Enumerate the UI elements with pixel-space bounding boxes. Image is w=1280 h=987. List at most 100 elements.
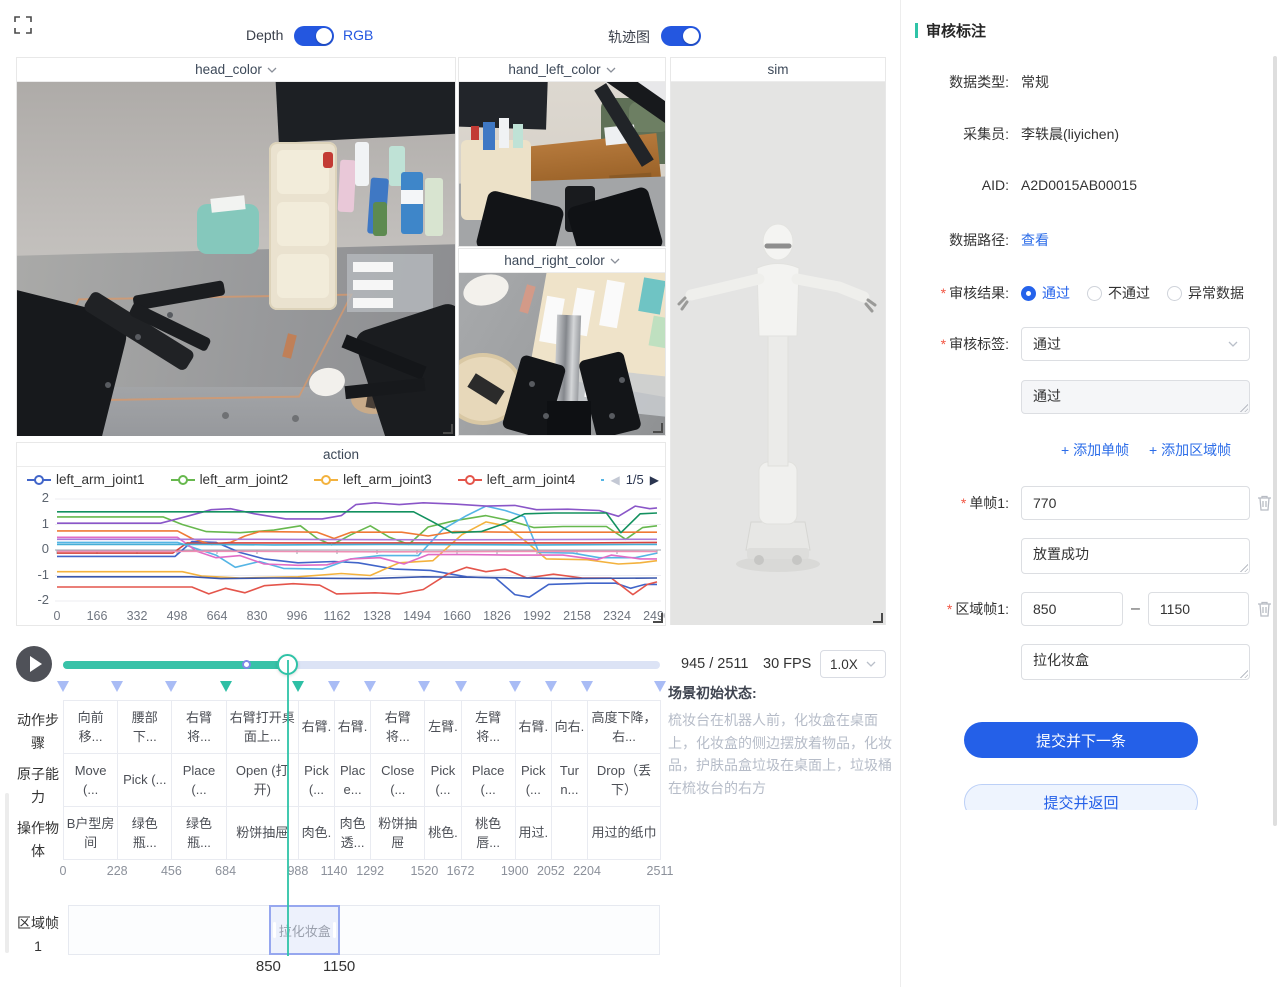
- atomic-cell: Pick (...: [118, 754, 172, 806]
- atomic-row: Move (...Pick (...Place (...Open (打开)Pic…: [63, 753, 661, 807]
- legend-item-left_arm_joint1[interactable]: left_arm_joint1: [27, 472, 145, 487]
- region-grip-right[interactable]: [333, 922, 336, 938]
- panel-scrollbar[interactable]: [1273, 56, 1277, 826]
- series-right_arm_joint5: [57, 544, 657, 545]
- speed-select[interactable]: 1.0X: [820, 650, 886, 678]
- cosmetic-tube: [338, 160, 357, 213]
- play-button[interactable]: [16, 646, 52, 682]
- resize-handle-icon[interactable]: [873, 613, 883, 623]
- timeline-marker[interactable]: [509, 681, 521, 692]
- x-tick-label: 2324: [603, 609, 631, 623]
- object-cell: 桃色唇...: [462, 807, 516, 859]
- y-tick-label: 2: [17, 490, 49, 505]
- legend-item-left_arm_joint3[interactable]: left_arm_joint3: [314, 472, 432, 487]
- delete-single-frame-icon[interactable]: [1256, 494, 1273, 512]
- timeline-marker[interactable]: [111, 681, 123, 692]
- timeline-axis-label: 1900: [501, 864, 529, 878]
- timeline-marker[interactable]: [292, 681, 304, 692]
- radio-fail[interactable]: 不通过: [1087, 283, 1150, 303]
- hand-left-camera-select[interactable]: hand_left_color: [459, 58, 665, 82]
- add-single-frame-link[interactable]: + 添加单帧: [1061, 440, 1129, 460]
- region-highlight[interactable]: 拉化妆盒: [269, 905, 340, 955]
- chart-plot-area[interactable]: 210-1-2: [17, 492, 665, 608]
- timeline-axis-label: 1140: [321, 864, 348, 878]
- chart-lines: [17, 492, 665, 608]
- object-cell: 粉饼抽屉: [371, 807, 425, 859]
- timeline-axis-label: 228: [107, 864, 128, 878]
- delete-region-frame-icon[interactable]: [1256, 600, 1273, 618]
- region-end-input[interactable]: 1150: [1148, 592, 1249, 626]
- aid-value: A2D0015AB00015: [1021, 177, 1137, 193]
- single-frame-input[interactable]: 770: [1021, 486, 1250, 520]
- timeline-marker[interactable]: [455, 681, 467, 692]
- step-cell: 向右.: [552, 701, 588, 753]
- timeline-marker[interactable]: [545, 681, 557, 692]
- single-frame-note[interactable]: 放置成功: [1021, 538, 1250, 574]
- playback-slider[interactable]: [63, 661, 660, 669]
- resize-grip-icon[interactable]: [1239, 669, 1248, 678]
- cosmetic-cap: [471, 126, 479, 140]
- hand-right-camera-panel: hand_right_color: [458, 248, 666, 436]
- submit-next-button[interactable]: 提交并下一条: [964, 722, 1198, 758]
- region-start-input[interactable]: 850: [1021, 592, 1123, 626]
- timeline-axis-label: 1520: [410, 864, 438, 878]
- hand-right-camera-select[interactable]: hand_right_color: [459, 249, 665, 273]
- head-camera-select[interactable]: head_color: [17, 58, 455, 82]
- hand-left-camera-panel: hand_left_color: [458, 57, 666, 247]
- bolt: [529, 381, 535, 387]
- action-chart-title-bar: action: [17, 443, 665, 467]
- action-chart-panel: action left_arm_joint1 left_arm_joint2 lef…: [16, 442, 666, 626]
- timeline-marker[interactable]: [364, 681, 376, 692]
- step-cell: 向前移...: [64, 701, 118, 753]
- legend-item-left_arm_joint4[interactable]: left_arm_joint4: [458, 472, 576, 487]
- depth-rgb-toggle[interactable]: [294, 26, 334, 46]
- gripper-palm: [547, 401, 591, 435]
- region-grip-left[interactable]: [273, 922, 276, 938]
- trajectory-toggle[interactable]: [661, 26, 701, 46]
- resize-grip-icon[interactable]: [1239, 563, 1248, 572]
- timeline-marker[interactable]: [418, 681, 430, 692]
- x-tick-label: 1992: [523, 609, 551, 623]
- cosmetic-tube: [483, 122, 495, 150]
- legend-prev-icon[interactable]: ◀: [610, 473, 619, 487]
- single-frame-marker-dot[interactable]: [242, 660, 251, 669]
- radio-pass[interactable]: 通过: [1021, 283, 1070, 303]
- resize-handle-icon[interactable]: [653, 423, 663, 433]
- region-track[interactable]: 拉化妆盒: [68, 905, 660, 955]
- legend-next-icon[interactable]: ▶: [650, 473, 659, 487]
- add-region-frame-link[interactable]: + 添加区域帧: [1149, 440, 1231, 460]
- x-tick-label: 166: [87, 609, 108, 623]
- left-scrollbar[interactable]: [5, 793, 9, 953]
- data-path-link[interactable]: 查看: [1021, 230, 1049, 250]
- radio-abnormal[interactable]: 异常数据: [1167, 283, 1244, 303]
- resize-handle-icon[interactable]: [443, 424, 453, 434]
- resize-handle-icon[interactable]: [653, 613, 663, 623]
- review-tag-note[interactable]: 通过: [1021, 380, 1250, 414]
- atomic-cell: Turn...: [552, 754, 588, 806]
- bolt: [167, 312, 173, 318]
- timeline-marker[interactable]: [165, 681, 177, 692]
- series-right_arm_joint7: [57, 551, 657, 552]
- region-frame-note[interactable]: 拉化妆盒: [1021, 644, 1250, 680]
- data-type-label: 数据类型:: [911, 72, 1009, 92]
- fullscreen-icon[interactable]: [14, 16, 32, 34]
- timeline-marker[interactable]: [654, 681, 666, 692]
- legend-marker-icon: [458, 475, 482, 485]
- submit-back-button[interactable]: 提交并返回: [964, 784, 1198, 810]
- chevron-down-icon: [267, 67, 277, 73]
- toggle-knob: [683, 28, 699, 44]
- review-tag-select[interactable]: 通过: [1021, 327, 1250, 361]
- play-icon: [30, 656, 42, 672]
- timeline-marker[interactable]: [220, 681, 232, 692]
- sim-viewport[interactable]: [671, 82, 885, 625]
- legend-item-left_arm_joint2[interactable]: left_arm_joint2: [171, 472, 289, 487]
- drawer-knob: [222, 412, 229, 419]
- resize-grip-icon[interactable]: [1239, 403, 1248, 412]
- timeline-marker[interactable]: [328, 681, 340, 692]
- timeline-marker[interactable]: [581, 681, 593, 692]
- fps-indicator: 30 FPS: [763, 656, 811, 672]
- collector-field: 采集员: 李轶晨(liyichen): [911, 124, 1271, 144]
- timeline-marker[interactable]: [57, 681, 69, 692]
- chevron-down-icon: [1228, 341, 1238, 347]
- playhead-line[interactable]: [287, 660, 289, 956]
